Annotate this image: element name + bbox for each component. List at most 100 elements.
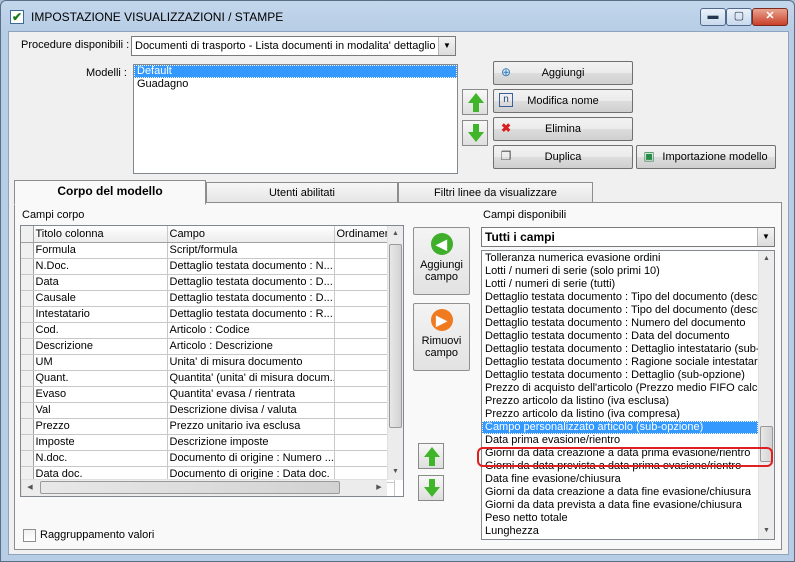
tab-utenti-abilitati[interactable]: Utenti abilitati bbox=[206, 182, 398, 204]
scroll-thumb[interactable] bbox=[389, 244, 402, 428]
scroll-down-icon[interactable]: ▼ bbox=[388, 464, 403, 480]
list-item[interactable]: Lotti / numeri di serie (solo primi 10) bbox=[482, 265, 758, 278]
cell-titolo[interactable]: Val bbox=[33, 402, 168, 419]
add-field-button[interactable]: ◀ Aggiungi campo bbox=[413, 227, 470, 295]
list-item[interactable]: Dettaglio testata documento : Dettaglio … bbox=[482, 343, 758, 356]
scroll-up-icon[interactable]: ▲ bbox=[759, 251, 774, 267]
cell-titolo[interactable]: Descrizione bbox=[33, 338, 168, 355]
row-indicator[interactable] bbox=[21, 434, 34, 451]
remove-field-button[interactable]: ▶ Rimuovi campo bbox=[413, 303, 470, 371]
cell-campo[interactable]: Dettaglio testata documento : R... bbox=[167, 306, 335, 323]
list-item[interactable]: Dettaglio testata documento : Dettaglio … bbox=[482, 369, 758, 382]
available-fields-list[interactable]: Tolleranza numerica evasione ordini Lotti… bbox=[481, 250, 775, 540]
row-indicator[interactable] bbox=[21, 370, 34, 387]
cell-ordinamento[interactable] bbox=[334, 450, 395, 467]
cell-campo[interactable]: Dettaglio testata documento : D... bbox=[167, 290, 335, 307]
cell-ordinamento[interactable] bbox=[334, 434, 395, 451]
cell-ordinamento[interactable] bbox=[334, 338, 395, 355]
rename-model-button[interactable]: n Modifica nome bbox=[493, 89, 633, 113]
cell-ordinamento[interactable] bbox=[334, 386, 395, 403]
cell-ordinamento[interactable] bbox=[334, 418, 395, 435]
table-row[interactable]: Imposte Descrizione imposte bbox=[21, 434, 395, 451]
cell-campo[interactable]: Unita' di misura documento bbox=[167, 354, 335, 371]
list-item[interactable]: Prezzo di acquisto dell'articolo (Prezzo… bbox=[482, 382, 758, 395]
row-indicator[interactable] bbox=[21, 322, 34, 339]
cell-titolo[interactable]: Formula bbox=[33, 242, 168, 259]
row-indicator[interactable] bbox=[21, 354, 34, 371]
models-list[interactable]: Default Guadagno bbox=[133, 64, 458, 174]
duplicate-model-button[interactable]: ❐ Duplica bbox=[493, 145, 633, 169]
cell-titolo[interactable]: Causale bbox=[33, 290, 168, 307]
cell-campo[interactable]: Quantita' (unita' di misura docum... bbox=[167, 370, 335, 387]
row-indicator[interactable] bbox=[21, 450, 34, 467]
table-row[interactable]: Prezzo Prezzo unitario iva esclusa bbox=[21, 418, 395, 435]
row-indicator[interactable] bbox=[21, 290, 34, 307]
cell-ordinamento[interactable] bbox=[334, 258, 395, 275]
table-row[interactable]: UM Unita' di misura documento bbox=[21, 354, 395, 371]
delete-model-button[interactable]: ✖ Elimina bbox=[493, 117, 633, 141]
list-item[interactable]: Lunghezza bbox=[482, 525, 758, 538]
row-indicator[interactable] bbox=[21, 274, 34, 291]
cell-ordinamento[interactable] bbox=[334, 402, 395, 419]
title-bar[interactable]: ✔ IMPOSTAZIONE VISUALIZZAZIONI / STAMPE … bbox=[1, 1, 794, 31]
cell-titolo[interactable]: Data bbox=[33, 274, 168, 291]
available-fields-scrollbar[interactable]: ▲ ▼ bbox=[758, 251, 774, 539]
tab-corpo-del-modello[interactable]: Corpo del modello bbox=[14, 180, 206, 205]
scroll-up-icon[interactable]: ▲ bbox=[388, 226, 403, 242]
tab-filtri-linee[interactable]: Filtri linee da visualizzare bbox=[398, 182, 593, 204]
list-item[interactable]: Dettaglio testata documento : Tipo del d… bbox=[482, 291, 758, 304]
cell-ordinamento[interactable] bbox=[334, 370, 395, 387]
column-header-ordinamento[interactable]: Ordinamen bbox=[334, 226, 395, 243]
table-row[interactable]: Intestatario Dettaglio testata documento … bbox=[21, 306, 395, 323]
row-indicator[interactable] bbox=[21, 386, 34, 403]
add-model-button[interactable]: ⊕ Aggiungi bbox=[493, 61, 633, 85]
list-item[interactable]: Data fine evasione/chiusura bbox=[482, 473, 758, 486]
column-header-campo[interactable]: Campo bbox=[167, 226, 335, 243]
model-move-up-button[interactable] bbox=[462, 89, 488, 115]
body-fields-grid[interactable]: Titolo colonna Campo Ordinamen Formula Sc… bbox=[20, 225, 404, 497]
cell-ordinamento[interactable] bbox=[334, 306, 395, 323]
column-header-titolo[interactable]: Titolo colonna bbox=[33, 226, 168, 243]
minimize-button[interactable]: ▬ bbox=[700, 8, 726, 26]
cell-titolo[interactable]: N.doc. bbox=[33, 450, 168, 467]
table-row[interactable]: Data Dettaglio testata documento : D... bbox=[21, 274, 395, 291]
list-item[interactable]: Dettaglio testata documento : Numero del… bbox=[482, 317, 758, 330]
cell-campo[interactable]: Script/formula bbox=[167, 242, 335, 259]
cell-campo[interactable]: Dettaglio testata documento : N... bbox=[167, 258, 335, 275]
cell-ordinamento[interactable] bbox=[334, 354, 395, 371]
list-item[interactable]: Prezzo articolo da listino (iva esclusa) bbox=[482, 395, 758, 408]
list-item[interactable]: Tolleranza numerica evasione ordini bbox=[482, 252, 758, 265]
cell-titolo[interactable]: Evaso bbox=[33, 386, 168, 403]
table-row[interactable]: Causale Dettaglio testata documento : D..… bbox=[21, 290, 395, 307]
list-item[interactable]: Data prima evasione/rientro bbox=[482, 434, 758, 447]
cell-campo[interactable]: Articolo : Codice bbox=[167, 322, 335, 339]
list-item[interactable]: Giorni da data prevista a data fine evas… bbox=[482, 499, 758, 512]
field-move-up-button[interactable] bbox=[418, 443, 444, 469]
model-move-down-button[interactable] bbox=[462, 120, 488, 146]
cell-titolo[interactable]: N.Doc. bbox=[33, 258, 168, 275]
list-item[interactable]: Dettaglio testata documento : Ragione so… bbox=[482, 356, 758, 369]
cell-campo[interactable]: Prezzo unitario iva esclusa bbox=[167, 418, 335, 435]
cell-ordinamento[interactable] bbox=[334, 274, 395, 291]
cell-campo[interactable]: Documento di origine : Numero ... bbox=[167, 450, 335, 467]
procedure-select[interactable]: Documenti di trasporto - Lista documenti… bbox=[131, 36, 456, 56]
table-row[interactable]: Cod. Articolo : Codice bbox=[21, 322, 395, 339]
list-item[interactable]: Lotti / numeri di serie (tutti) bbox=[482, 278, 758, 291]
group-values-checkbox[interactable] bbox=[23, 529, 36, 542]
cell-titolo[interactable]: Imposte bbox=[33, 434, 168, 451]
cell-titolo[interactable]: Prezzo bbox=[33, 418, 168, 435]
list-item[interactable]: Peso netto totale bbox=[482, 512, 758, 525]
table-row[interactable]: N.doc. Documento di origine : Numero ... bbox=[21, 450, 395, 467]
cell-ordinamento[interactable] bbox=[334, 322, 395, 339]
cell-titolo[interactable]: UM bbox=[33, 354, 168, 371]
maximize-button[interactable]: ▢ bbox=[726, 8, 752, 26]
row-indicator[interactable] bbox=[21, 402, 34, 419]
cell-titolo[interactable]: Intestatario bbox=[33, 306, 168, 323]
grid-vertical-scrollbar[interactable]: ▲ ▼ bbox=[387, 226, 403, 480]
row-indicator[interactable] bbox=[21, 258, 34, 275]
grid-horizontal-scrollbar[interactable]: ◀ ▶ bbox=[21, 479, 387, 496]
cell-campo[interactable]: Dettaglio testata documento : D... bbox=[167, 274, 335, 291]
cell-titolo[interactable]: Cod. bbox=[33, 322, 168, 339]
import-model-button[interactable]: ▣ Importazione modello bbox=[636, 145, 776, 169]
list-item[interactable]: Giorni da data creazione a data fine eva… bbox=[482, 486, 758, 499]
